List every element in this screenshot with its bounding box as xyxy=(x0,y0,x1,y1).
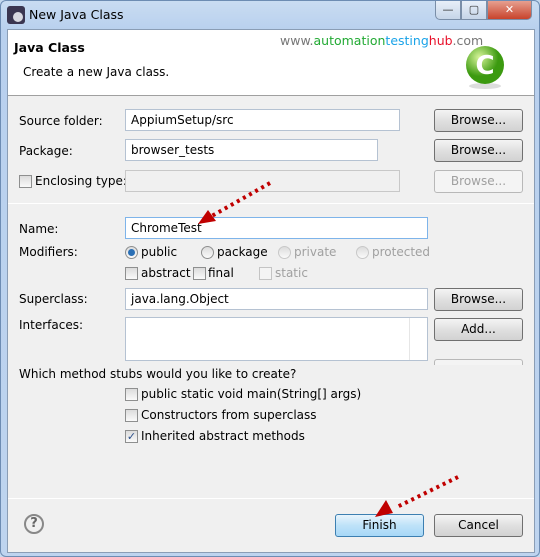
arrow-to-name-field xyxy=(198,181,271,224)
arrow-to-finish-button xyxy=(375,475,459,517)
annotation-arrows xyxy=(198,181,459,517)
